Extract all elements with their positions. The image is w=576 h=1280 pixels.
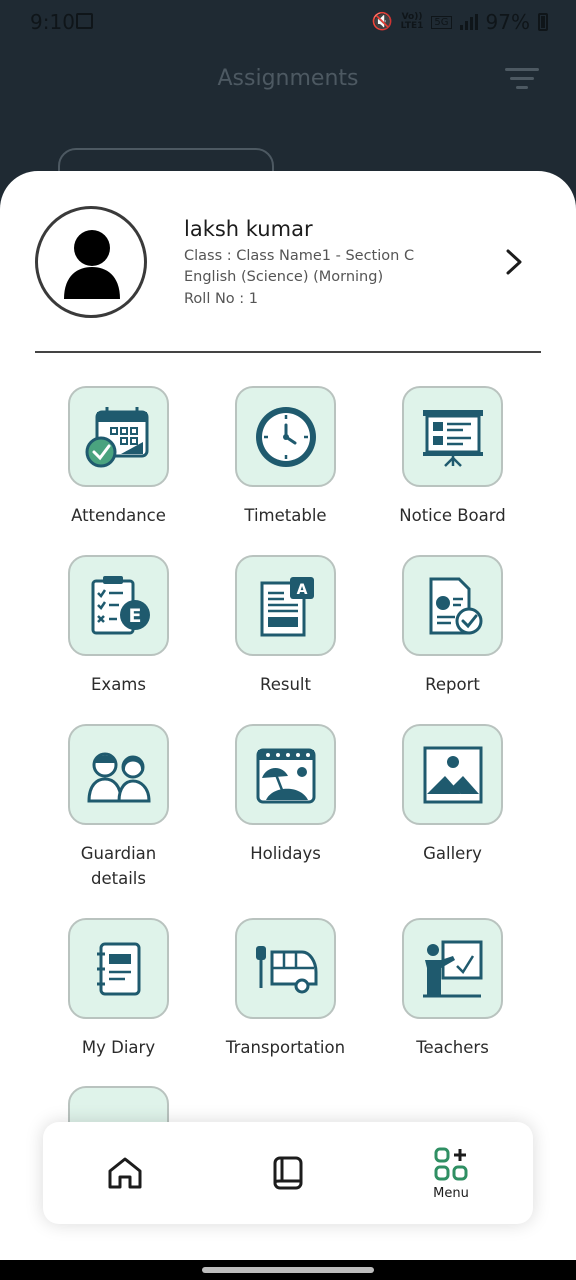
menu-item-label: Result [260, 675, 311, 694]
page-title: Assignments [217, 66, 359, 91]
menu-item-label: Transportation [225, 1038, 346, 1057]
clock-icon [255, 406, 316, 467]
nav-menu-label: Menu [433, 1185, 469, 1201]
status-time: 9:10 [30, 10, 75, 34]
presentation-board-icon [422, 409, 483, 467]
apps-grid-icon [434, 1147, 468, 1180]
medium-info: English (Science) (Morning) [184, 269, 384, 285]
menu-item-attendance[interactable]: Attendance [35, 386, 202, 528]
menu-sheet: laksh kumar Class : Class Name1 - Sectio… [0, 171, 576, 1260]
menu-item-label: Attendance [71, 506, 166, 525]
menu-item-label: Report [425, 675, 480, 694]
user-icon [64, 230, 120, 299]
guardians-icon [86, 752, 151, 802]
menu-item-teachers[interactable]: Teachers [369, 918, 536, 1060]
menu-item-gallery[interactable]: Gallery [369, 724, 536, 866]
image-notification-icon [76, 13, 93, 29]
avatar [35, 206, 147, 318]
book-icon [273, 1156, 303, 1190]
diary-icon [96, 942, 140, 995]
menu-item-label: Holidays [250, 844, 321, 863]
menu-item-label: Gallery [423, 844, 482, 863]
nav-home[interactable] [83, 1122, 167, 1224]
roll-info: Roll No : 1 [184, 291, 259, 307]
report-document-icon [429, 577, 482, 634]
battery-icon [538, 13, 548, 31]
menu-item-report[interactable]: Report [369, 555, 536, 697]
gallery-image-icon [423, 746, 482, 803]
signal-icon [459, 14, 478, 30]
battery-percent: 97% [485, 10, 530, 34]
svg-text:E: E [128, 605, 141, 627]
menu-item-transportation[interactable]: Transportation [202, 918, 369, 1060]
menu-item-timetable[interactable]: Timetable [202, 386, 369, 528]
nav-menu[interactable]: Menu [409, 1122, 493, 1224]
home-gesture-handle[interactable] [202, 1267, 374, 1273]
beach-calendar-icon [256, 748, 315, 803]
menu-item-label: Guardian details [80, 844, 157, 888]
network-lte-label: LTE1 [400, 21, 424, 31]
menu-item-exams[interactable]: E Exams [35, 555, 202, 697]
menu-item-my-diary[interactable]: My Diary [35, 918, 202, 1060]
nav-book[interactable] [246, 1122, 330, 1224]
result-document-icon: A [260, 576, 314, 636]
menu-item-notice-board[interactable]: Notice Board [369, 386, 536, 528]
teacher-icon [422, 940, 482, 997]
menu-item-result[interactable]: A Result [202, 555, 369, 697]
class-info: Class : Class Name1 - Section C [184, 248, 415, 264]
chevron-right-icon[interactable] [500, 247, 528, 277]
app-header: Assignments [0, 44, 576, 208]
menu-item-holidays[interactable]: Holidays [202, 724, 369, 866]
menu-item-guardian-details[interactable]: Guardian details [35, 724, 202, 891]
calendar-check-icon [85, 406, 148, 467]
bottom-navigation: Menu [43, 1122, 533, 1224]
home-icon [108, 1157, 142, 1189]
mute-icon: 🔇 [371, 12, 393, 32]
svg-text:A: A [296, 582, 307, 598]
status-bar: 9:10 🔇 Vo)) LTE1 5G 97% [0, 0, 576, 44]
menu-item-label: Teachers [416, 1038, 489, 1057]
network-indicator: Vo)) LTE1 [401, 13, 424, 31]
bus-stop-icon [255, 945, 317, 993]
network-5g-badge: 5G [431, 15, 452, 29]
menu-item-label: Exams [91, 675, 146, 694]
divider [35, 351, 541, 353]
filter-icon[interactable] [505, 68, 539, 94]
menu-item-label: Notice Board [399, 506, 506, 525]
exam-clipboard-icon: E [91, 575, 150, 634]
profile-card[interactable]: laksh kumar Class : Class Name1 - Sectio… [0, 171, 576, 351]
menu-item-label: My Diary [81, 1038, 156, 1057]
menu-item-label: Timetable [244, 506, 327, 525]
student-name: laksh kumar [184, 217, 313, 241]
